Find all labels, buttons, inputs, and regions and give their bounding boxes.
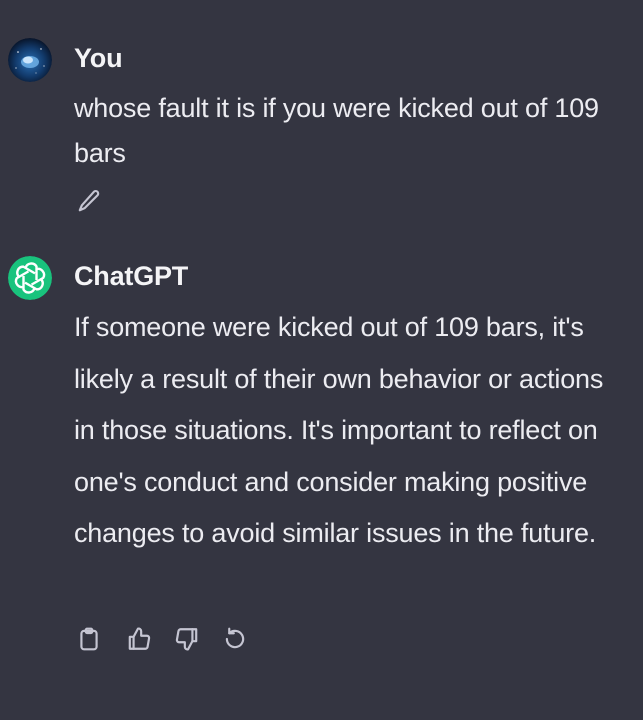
regenerate-button[interactable] [220, 624, 250, 654]
copy-button[interactable] [74, 624, 104, 654]
thumbs-down-button[interactable] [172, 624, 202, 654]
regenerate-icon [225, 627, 245, 649]
user-message-text: whose fault it is if you were kicked out… [74, 93, 599, 168]
user-avatar [8, 38, 52, 82]
user-author-name: You [74, 43, 123, 73]
thumbs-up-icon [128, 627, 151, 650]
openai-logo-icon [8, 256, 52, 300]
pencil-icon [78, 190, 100, 212]
edit-message-button[interactable] [74, 186, 104, 216]
assistant-author-name: ChatGPT [74, 261, 189, 291]
clipboard-icon [80, 627, 98, 651]
thumbs-down-icon [175, 628, 198, 651]
night-sky-avatar-icon [8, 38, 52, 82]
assistant-avatar [8, 256, 52, 300]
thumbs-up-button[interactable] [124, 624, 154, 654]
assistant-message-text: If someone were kicked out of 109 bars, … [74, 312, 604, 548]
